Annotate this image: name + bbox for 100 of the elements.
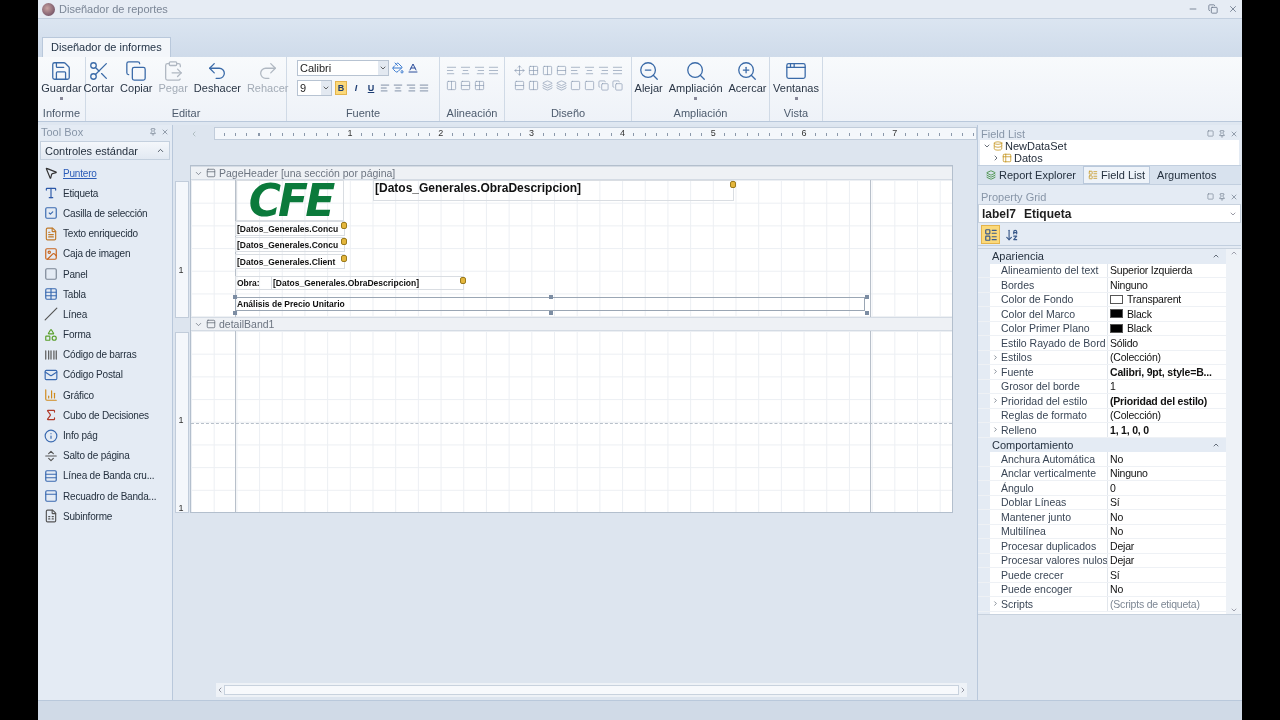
toolbox-item[interactable]: Recuadro de Banda... [38, 486, 172, 507]
font-name-field[interactable]: Calibri [297, 60, 389, 76]
align-icon[interactable] [380, 83, 390, 93]
scroll-right-icon[interactable] [959, 686, 967, 694]
property-value[interactable]: Sí [1108, 568, 1226, 582]
layout-icon[interactable] [611, 65, 623, 76]
toolbox-item[interactable]: Gráfico [38, 385, 172, 406]
panel-tab[interactable]: Argumentos [1152, 166, 1222, 184]
align-icon[interactable] [459, 65, 471, 76]
property-value[interactable]: No [1108, 452, 1226, 466]
tree-node[interactable]: Datos [980, 152, 1239, 164]
resize-handle[interactable] [233, 295, 237, 299]
font-style-button[interactable]: U [365, 81, 377, 95]
layout-icon[interactable] [611, 80, 623, 91]
align-icon[interactable] [473, 80, 485, 91]
ribbon-button[interactable]: Acercar [726, 60, 769, 94]
font-style-button[interactable]: I [350, 81, 362, 95]
expand-icon[interactable] [992, 154, 1000, 162]
toolbox-item[interactable]: Caja de imagen [38, 243, 172, 264]
layout-icon[interactable] [541, 65, 553, 76]
resize-handle[interactable] [549, 311, 553, 315]
logo[interactable]: CFE [236, 180, 344, 221]
expand-icon[interactable] [992, 426, 999, 434]
panel-tab[interactable]: Report Explorer [981, 166, 1082, 184]
toolbox-item[interactable]: Tabla [38, 284, 172, 305]
ribbon-tab[interactable]: Diseñador de informes [42, 37, 171, 57]
scroll-up-icon[interactable] [1229, 249, 1238, 257]
align-icon[interactable] [406, 83, 416, 93]
layout-icon[interactable] [555, 80, 567, 91]
resize-handle[interactable] [865, 295, 869, 299]
report-label[interactable]: [Datos_Generales.Concu [235, 221, 345, 236]
toolbox-item[interactable]: Info pág [38, 425, 172, 446]
align-icon[interactable] [445, 80, 457, 91]
property-value[interactable]: 1 [1108, 379, 1226, 393]
layout-icon[interactable] [513, 80, 525, 91]
report-label[interactable]: [Datos_Generales.Concu [235, 237, 345, 252]
toolbox-item[interactable]: Puntero [38, 163, 172, 184]
expand-icon[interactable] [992, 368, 999, 376]
ribbon-button[interactable]: Ventanas [771, 60, 821, 100]
property-value[interactable]: Ninguno [1108, 466, 1226, 480]
layout-icon[interactable] [541, 80, 553, 91]
align-icon[interactable] [487, 65, 499, 76]
property-value[interactable]: Calibri, 9pt, style=B... [1108, 365, 1226, 379]
resize-handle[interactable] [865, 311, 869, 315]
property-value[interactable]: (Prioridad del estilo) [1108, 394, 1226, 408]
layout-icon[interactable] [527, 80, 539, 91]
report-label[interactable]: [Datos_Generales.Client [235, 254, 345, 269]
close-icon[interactable] [1230, 192, 1238, 201]
restore-icon[interactable] [1208, 4, 1218, 14]
layout-icon[interactable] [583, 80, 595, 91]
layout-icon[interactable] [597, 80, 609, 91]
expand-icon[interactable] [992, 600, 999, 608]
layout-icon[interactable] [513, 65, 525, 76]
property-value[interactable]: Transparent [1108, 292, 1226, 306]
ribbon-button[interactable]: Ampliación [666, 60, 725, 100]
section-header[interactable]: Controles estándar [40, 141, 170, 160]
expand-icon[interactable] [992, 397, 999, 405]
object-selector[interactable]: label7 Etiqueta [978, 204, 1241, 223]
expand-icon[interactable] [983, 142, 991, 150]
band-header[interactable]: PageHeader [una sección por página] [191, 166, 952, 180]
font-style-button[interactable]: B [335, 81, 347, 95]
pin-icon[interactable] [1218, 192, 1226, 201]
resize-handle[interactable] [549, 295, 553, 299]
report-label[interactable]: [Datos_Generales.ObraDescripcion] [271, 276, 464, 290]
property-value[interactable]: Dejar [1108, 539, 1226, 553]
expand-icon[interactable] [992, 353, 999, 361]
property-value[interactable]: Ninguno [1108, 278, 1226, 292]
layout-icon[interactable] [583, 65, 595, 76]
resize-handle[interactable] [233, 311, 237, 315]
ribbon-button[interactable]: Alejar [632, 60, 665, 94]
toolbox-item[interactable]: Forma [38, 324, 172, 345]
property-value[interactable]: Dejar [1108, 553, 1226, 567]
vertical-scrollbar[interactable] [1226, 249, 1241, 614]
report-label[interactable]: [Datos_Generales.ObraDescripcion] [373, 180, 734, 201]
close-icon[interactable] [161, 127, 169, 136]
ribbon-button[interactable]: Deshacer [191, 60, 243, 94]
ribbon-button[interactable]: Guardar [39, 60, 84, 100]
layout-icon[interactable] [569, 65, 581, 76]
property-value[interactable]: Superior Izquierda [1108, 263, 1226, 277]
scroll-thumb[interactable] [224, 685, 959, 695]
property-value[interactable]: (Scripts de etiqueta) [1108, 597, 1226, 611]
horizontal-scrollbar[interactable] [216, 683, 967, 697]
property-value[interactable]: Black [1108, 307, 1226, 321]
layout-icon[interactable] [569, 80, 581, 91]
toolbox-item[interactable]: Línea [38, 304, 172, 325]
toolbox-item[interactable]: Cubo de Decisiones [38, 405, 172, 426]
align-icon[interactable] [445, 65, 457, 76]
toolbox-item[interactable]: Salto de página [38, 445, 172, 466]
toolbox-item[interactable]: Casilla de selección [38, 203, 172, 224]
font-size-field[interactable]: 9 [297, 80, 332, 96]
layout-icon[interactable] [527, 65, 539, 76]
tree-node[interactable]: NewDataSet [980, 140, 1239, 152]
property-value[interactable]: Black [1108, 321, 1226, 335]
toolbox-item[interactable]: Texto enriquecido [38, 223, 172, 244]
property-value[interactable]: No [1108, 524, 1226, 538]
scroll-left-icon[interactable] [216, 686, 224, 694]
toolbox-item[interactable]: Subinforme [38, 506, 172, 527]
layout-icon[interactable] [555, 65, 567, 76]
property-value[interactable]: Sí [1108, 495, 1226, 509]
property-value[interactable]: 1, 1, 0, 0 [1108, 423, 1226, 437]
